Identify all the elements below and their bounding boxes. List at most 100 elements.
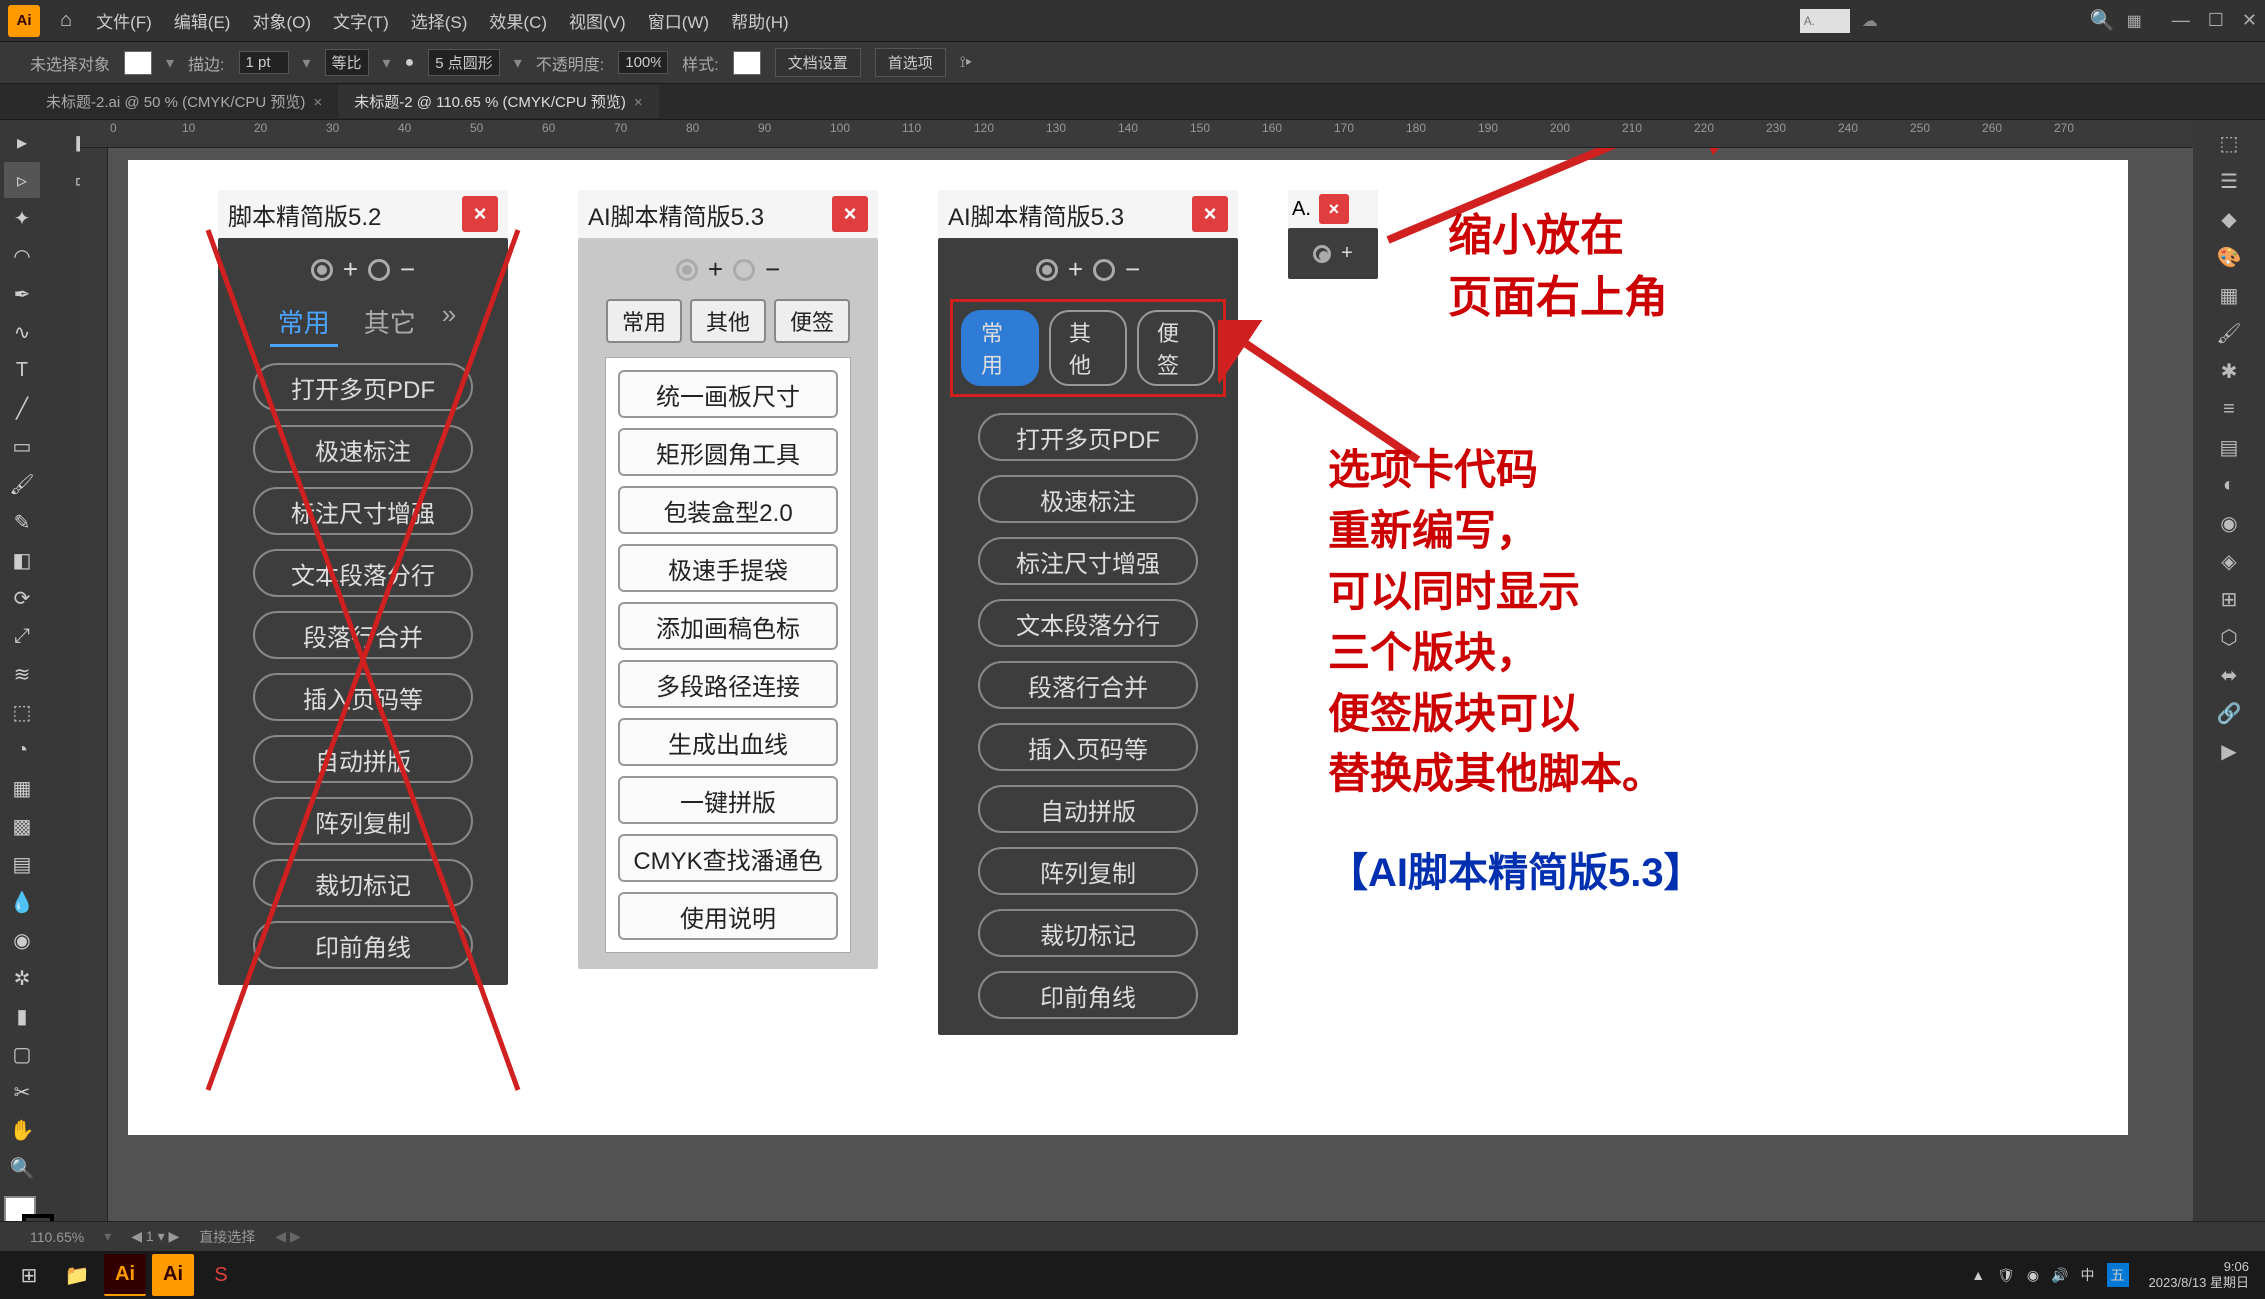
close-icon[interactable]: × [313, 94, 322, 111]
symbols-panel-icon[interactable]: ✱ [2210, 354, 2248, 388]
script-button[interactable]: 添加画稿色标 [618, 602, 838, 650]
script-button[interactable]: 打开多页PDF [978, 413, 1198, 461]
cloud-icon[interactable]: ☁ [1862, 11, 1878, 31]
script-button[interactable]: 矩形圆角工具 [618, 428, 838, 476]
script-button[interactable]: 极速标注 [978, 475, 1198, 523]
script-button[interactable]: 段落行合并 [978, 661, 1198, 709]
blend-tool[interactable]: ◉ [4, 922, 40, 958]
fill-swatch[interactable] [124, 51, 152, 75]
script-button[interactable]: 多段路径连接 [618, 660, 838, 708]
tab-notes[interactable]: 便签 [1137, 310, 1215, 386]
color-panel-icon[interactable]: 🎨 [2210, 240, 2248, 274]
window-maximize[interactable]: ☐ [2208, 10, 2224, 31]
radio-icon[interactable] [733, 259, 755, 281]
taskbar-ai-app-2[interactable]: Ai [152, 1254, 194, 1296]
tab-common[interactable]: 常用 [270, 299, 338, 347]
script-button[interactable]: 标注尺寸增强 [253, 487, 473, 535]
menu-window[interactable]: 窗口(W) [638, 4, 719, 37]
magic-wand-tool[interactable]: ✦ [4, 200, 40, 236]
menu-edit[interactable]: 编辑(E) [164, 4, 241, 37]
graphic-styles-panel-icon[interactable]: ◈ [2210, 544, 2248, 578]
close-button[interactable]: × [832, 196, 868, 232]
workspace-switcher-icon[interactable]: ▦ [2127, 11, 2142, 31]
tab-common[interactable]: 常用 [961, 310, 1039, 386]
script-button[interactable]: 印前角线 [253, 921, 473, 969]
brushes-panel-icon[interactable]: 🖌 [2210, 316, 2248, 350]
line-tool[interactable]: ╱ [4, 390, 40, 426]
taskbar-file-explorer[interactable]: 📁 [56, 1254, 98, 1296]
document-setup-button[interactable]: 文档设置 [775, 48, 861, 77]
links-panel-icon[interactable]: 🔗 [2210, 696, 2248, 730]
align-icon[interactable]: ⟟▸ [960, 54, 972, 72]
script-button[interactable]: CMYK查找潘通色 [618, 834, 838, 882]
artboard-nav[interactable]: ◀ 1 ▾ ▶ [131, 1228, 179, 1245]
window-minimize[interactable]: — [2172, 10, 2190, 31]
rotate-tool[interactable]: ⟳ [4, 580, 40, 616]
properties-panel-icon[interactable]: ⬚ [2210, 126, 2248, 160]
script-button[interactable]: 段落行合并 [253, 611, 473, 659]
radio-icon[interactable] [1036, 259, 1058, 281]
script-button[interactable]: 插入页码等 [978, 723, 1198, 771]
close-icon[interactable]: × [634, 94, 643, 111]
script-button[interactable]: 自动拼版 [253, 735, 473, 783]
tray-volume-icon[interactable]: 🔊 [2051, 1267, 2068, 1284]
window-close[interactable]: ✕ [2242, 10, 2257, 31]
preferences-button[interactable]: 首选项 [875, 48, 946, 77]
shaper-tool[interactable]: ✎ [4, 504, 40, 540]
hand-tool[interactable]: ✋ [4, 1112, 40, 1148]
actions-panel-icon[interactable]: ▶ [2210, 734, 2248, 768]
brush-dropdown[interactable]: 5 点圆形 [428, 49, 500, 76]
script-button[interactable]: 阵列复制 [978, 847, 1198, 895]
script-button[interactable]: 自动拼版 [978, 785, 1198, 833]
appearance-panel-icon[interactable]: ◉ [2210, 506, 2248, 540]
script-button[interactable]: 裁切标记 [978, 909, 1198, 957]
canvas[interactable]: 脚本精简版5.2 × + − 常用 其它 » [108, 148, 2193, 1221]
menu-object[interactable]: 对象(O) [242, 4, 321, 37]
opacity-input[interactable] [618, 51, 668, 74]
slice-tool[interactable]: ✂ [4, 1074, 40, 1110]
align-panel-icon[interactable]: ⊞ [2210, 582, 2248, 616]
script-button[interactable]: 打开多页PDF [253, 363, 473, 411]
gradient-tool[interactable]: ▤ [4, 846, 40, 882]
start-button[interactable]: ⊞ [8, 1254, 50, 1296]
width-tool[interactable]: ≋ [4, 656, 40, 692]
home-icon[interactable]: ⌂ [60, 9, 72, 32]
script-button[interactable]: 使用说明 [618, 892, 838, 940]
radio-icon[interactable] [368, 259, 390, 281]
artboard-tool[interactable]: ▢ [4, 1036, 40, 1072]
search-icon[interactable]: 🔍 [2090, 8, 2115, 33]
script-button[interactable]: 包装盒型2.0 [618, 486, 838, 534]
type-tool[interactable]: T [4, 352, 40, 388]
column-graph-tool[interactable]: ▮ [4, 998, 40, 1034]
style-swatch[interactable] [733, 51, 761, 75]
menu-select[interactable]: 选择(S) [401, 4, 478, 37]
script-button[interactable]: 裁切标记 [253, 859, 473, 907]
doc-tab-0[interactable]: 未标题-2.ai @ 50 % (CMYK/CPU 预览)× [30, 85, 338, 118]
radio-icon[interactable] [676, 259, 698, 281]
tab-common[interactable]: 常用 [606, 299, 682, 343]
script-button[interactable]: 文本段落分行 [253, 549, 473, 597]
tray-icon[interactable]: ▲ [1971, 1267, 1985, 1283]
script-button[interactable]: 生成出血线 [618, 718, 838, 766]
script-button[interactable]: 一键拼版 [618, 776, 838, 824]
gradient-panel-icon[interactable]: ▤ [2210, 430, 2248, 464]
curvature-tool[interactable]: ∿ [4, 314, 40, 350]
shape-builder-tool[interactable]: ◔ [4, 732, 40, 768]
radio-icon[interactable] [1093, 259, 1115, 281]
tab-other[interactable]: 其他 [690, 299, 766, 343]
tab-other[interactable]: 其他 [1049, 310, 1127, 386]
tab-notes[interactable]: 便签 [774, 299, 850, 343]
tray-icon[interactable]: 🛡 [1997, 1267, 2015, 1284]
eraser-tool[interactable]: ◧ [4, 542, 40, 578]
script-button[interactable]: 极速标注 [253, 425, 473, 473]
taskbar-ai-app[interactable]: Ai [104, 1254, 146, 1296]
header-search-input[interactable] [1800, 9, 1850, 33]
paintbrush-tool[interactable]: 🖌 [4, 466, 40, 502]
tray-ime-icon[interactable]: 中 [2081, 1265, 2095, 1285]
script-button[interactable]: 插入页码等 [253, 673, 473, 721]
close-button[interactable]: × [1192, 196, 1228, 232]
close-button[interactable]: × [462, 196, 498, 232]
script-button[interactable]: 阵列复制 [253, 797, 473, 845]
layers-panel-icon[interactable]: ☰ [2210, 164, 2248, 198]
selection-tool[interactable]: ▸ [4, 124, 40, 160]
